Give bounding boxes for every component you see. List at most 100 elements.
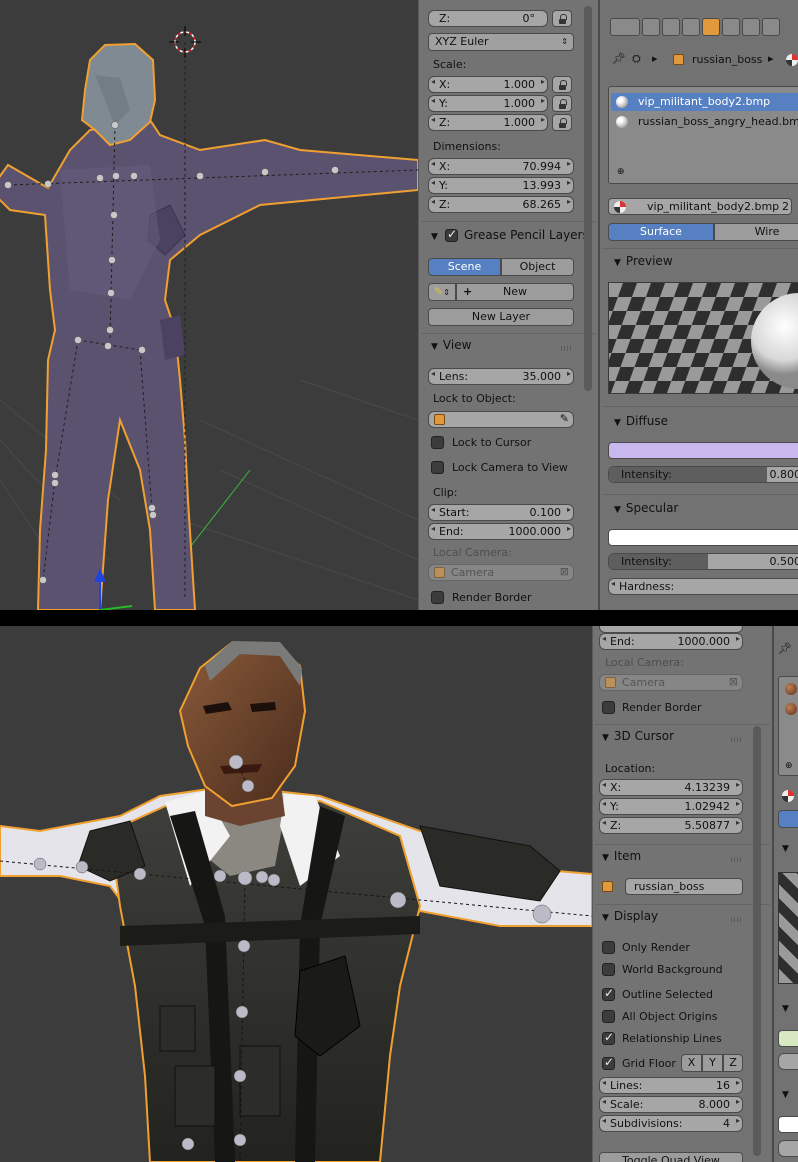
render-border-checkbox[interactable] [431, 591, 444, 604]
scene-tab-icon[interactable] [662, 18, 680, 36]
3d-cursor-header[interactable]: ▼ 3D Cursor [602, 729, 674, 743]
specular-intensity-slider[interactable] [778, 1140, 798, 1157]
lock-rotation-z-icon[interactable] [552, 10, 572, 27]
grease-pencil-toggle[interactable] [445, 227, 458, 242]
specular-color-swatch[interactable] [778, 1116, 798, 1133]
expand-triangle-icon[interactable]: ▼ [782, 1004, 789, 1014]
item-name-field[interactable]: russian_boss [625, 878, 743, 895]
grid-axis-y-button[interactable]: Y [702, 1054, 723, 1072]
expand-triangle-icon[interactable]: ▼ [782, 1090, 789, 1100]
world-tab-icon[interactable] [682, 18, 700, 36]
render-tab-icon[interactable] [642, 18, 660, 36]
character-solid[interactable] [0, 42, 418, 610]
clip-start-field[interactable]: ◂ Start: 0.100 ▸ [428, 504, 574, 521]
dimension-x-field[interactable]: ◂ X: 70.994 ▸ [428, 158, 574, 175]
gp-new-button[interactable]: + New [456, 283, 574, 301]
rotation-mode-select[interactable]: XYZ Euler ⇕ [428, 33, 574, 51]
panel-scrollbar[interactable] [753, 726, 761, 1156]
clear-x-icon[interactable]: ⊠ [729, 675, 738, 688]
display-header[interactable]: ▼ Display [602, 909, 658, 923]
cursor-location-x-field[interactable]: ◂ X: 4.13239 ▸ [599, 779, 743, 796]
scale-x-field[interactable]: ◂ X: 1.000 ▸ [428, 76, 548, 93]
item-header[interactable]: ▼ Item [602, 849, 641, 863]
only-render-checkbox[interactable] [602, 941, 615, 954]
gp-scene-button[interactable]: Scene [428, 258, 501, 276]
grease-pencil-header[interactable]: ▼ [431, 228, 443, 242]
lock-to-cursor-checkbox[interactable] [431, 436, 444, 449]
lens-field[interactable]: ◂ Lens: 35.000 ▸ [428, 368, 574, 385]
eyedropper-icon[interactable]: ✎ [560, 412, 569, 425]
drag-grip-icon[interactable] [731, 857, 743, 862]
grid-scale-field[interactable]: ◂ Scale: 8.000 ▸ [599, 1096, 743, 1113]
specular-intensity-slider[interactable]: Intensity: 0.500 [608, 553, 798, 570]
viewport-textured[interactable] [0, 626, 592, 1162]
material-datablock-field[interactable]: vip_militant_body2.bmp 2 [608, 198, 792, 215]
outline-selected-checkbox[interactable] [602, 986, 615, 1001]
lock-scale-z-icon[interactable] [552, 114, 572, 131]
rotation-z-field[interactable]: Z: 0° [428, 10, 548, 27]
expand-triangle-icon[interactable]: ▼ [782, 844, 789, 854]
gp-object-button[interactable]: Object [501, 258, 574, 276]
lock-to-object-field[interactable]: ✎ [428, 411, 574, 428]
material-slot[interactable]: vip_militant_body2.bmp [611, 93, 798, 111]
local-camera-field[interactable]: Camera ⊠ [428, 564, 574, 581]
local-camera-field[interactable]: Camera ⊠ [599, 674, 743, 691]
material-slots-list[interactable]: ⊕ [778, 676, 798, 776]
diffuse-color-swatch[interactable] [608, 442, 798, 459]
constraints-tab-icon[interactable] [722, 18, 740, 36]
all-object-origins-checkbox[interactable] [602, 1010, 615, 1023]
diffuse-intensity-slider[interactable] [778, 1053, 798, 1070]
material-slot[interactable]: russian_boss_angry_head.bmp [611, 113, 798, 131]
gp-new-layer-button[interactable]: New Layer [428, 308, 574, 326]
character-textured[interactable] [0, 641, 592, 1162]
toggle-quad-view-button[interactable]: Toggle Quad View [599, 1152, 743, 1162]
breadcrumb-object[interactable]: russian_boss [692, 53, 762, 66]
cursor-location-z-field[interactable]: ◂ Z: 5.50877 ▸ [599, 817, 743, 834]
drag-grip-icon[interactable] [561, 346, 573, 351]
modifiers-tab-icon[interactable] [742, 18, 760, 36]
specular-header[interactable]: ▼ Specular [614, 501, 678, 515]
gp-pencil-select[interactable]: ✎⇕ [428, 283, 456, 301]
object-tab-icon[interactable] [702, 18, 720, 36]
lock-camera-to-view-checkbox[interactable] [431, 461, 444, 474]
grid-floor-checkbox[interactable] [602, 1055, 615, 1070]
diffuse-header[interactable]: ▼ Diffuse [614, 414, 668, 428]
cursor-location-y-field[interactable]: ◂ Y: 1.02942 ▸ [599, 798, 743, 815]
scale-y-field[interactable]: ◂ Y: 1.000 ▸ [428, 95, 548, 112]
surface-tab[interactable]: Surface [608, 223, 714, 241]
data-tab-icon[interactable] [762, 18, 780, 36]
clip-end-field[interactable]: ◂ End: 1000.000 ▸ [428, 523, 574, 540]
drag-grip-icon[interactable] [731, 917, 743, 922]
grid-subdivisions-field[interactable]: ◂ Subdivisions: 4 ▸ [599, 1115, 743, 1132]
list-resize-icon[interactable]: ⊕ [617, 167, 625, 177]
world-background-checkbox[interactable] [602, 963, 615, 976]
hardness-field[interactable]: ◂ Hardness: [608, 578, 798, 595]
relationship-lines-checkbox[interactable] [602, 1030, 615, 1045]
dimension-z-field[interactable]: ◂ Z: 68.265 ▸ [428, 196, 574, 213]
lock-scale-y-icon[interactable] [552, 95, 572, 112]
material-slots-list[interactable]: vip_militant_body2.bmp russian_boss_angr… [608, 86, 798, 184]
view-header[interactable]: ▼ View [431, 338, 471, 352]
clear-x-icon[interactable]: ⊠ [560, 565, 569, 578]
grid-axis-z-button[interactable]: Z [723, 1054, 743, 1072]
diffuse-color-swatch[interactable] [778, 1030, 798, 1047]
panel-scrollbar[interactable] [584, 6, 592, 391]
clip-end-field[interactable]: ◂ End: 1000.000 ▸ [599, 633, 743, 650]
pin-icon[interactable]: 📌︎ [778, 642, 792, 655]
transform-manipulator[interactable] [94, 568, 133, 610]
grid-lines-field[interactable]: ◂ Lines: 16 ▸ [599, 1077, 743, 1094]
viewport-solid[interactable] [0, 0, 418, 610]
scale-z-field[interactable]: ◂ Z: 1.000 ▸ [428, 114, 548, 131]
surface-tab[interactable] [778, 810, 798, 828]
grid-axis-x-button[interactable]: X [681, 1054, 702, 1072]
dimension-y-field[interactable]: ◂ Y: 13.993 ▸ [428, 177, 574, 194]
render-border-checkbox[interactable] [602, 701, 615, 714]
preview-header[interactable]: ▼ Preview [614, 254, 673, 268]
clip-start-field-partial[interactable] [599, 626, 743, 633]
editor-type-icon[interactable] [610, 18, 640, 36]
list-resize-icon[interactable]: ⊕ [785, 761, 793, 771]
drag-grip-icon[interactable] [731, 737, 743, 742]
lock-scale-x-icon[interactable] [552, 76, 572, 93]
wire-tab[interactable]: Wire [714, 223, 798, 241]
diffuse-intensity-slider[interactable]: Intensity: 0.800 [608, 466, 798, 483]
